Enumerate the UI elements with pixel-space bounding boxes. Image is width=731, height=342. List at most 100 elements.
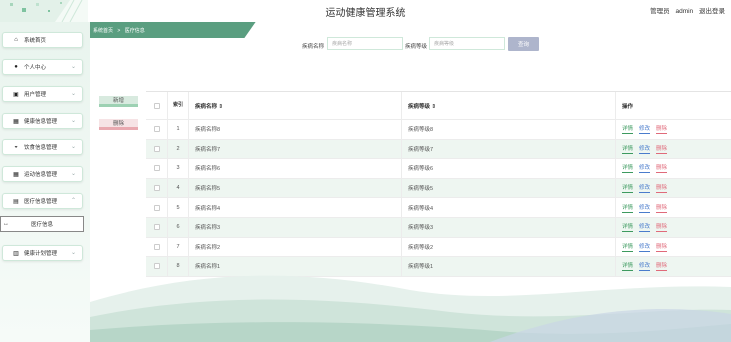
row-index: 5 xyxy=(168,198,189,217)
header-index: 索引 xyxy=(168,92,189,119)
chevron-down-icon: ⌄ xyxy=(70,64,76,70)
sidebar-subitem-medical-info[interactable]: ↔ 医疗信息 xyxy=(0,216,84,232)
sidebar-item-home[interactable]: ⌂ 系统首页 xyxy=(2,32,83,48)
row-operations: 详情 修改 删除 xyxy=(616,218,731,237)
sidebar-item-label: 系统首页 xyxy=(24,38,47,44)
decorative-wave-background xyxy=(90,275,731,342)
person-icon: ● xyxy=(14,64,18,70)
row-disease-level: 疾病等级2 xyxy=(402,237,616,257)
detail-button[interactable]: 详情 xyxy=(622,144,634,154)
sidebar-item-health-info[interactable]: ▦ 健康信息管理 ⌄ xyxy=(2,113,83,129)
detail-button[interactable]: 详情 xyxy=(622,124,634,135)
breadcrumb-home[interactable]: 系统首页 xyxy=(93,28,113,34)
sidebar-item-label: 健康信息管理 xyxy=(24,119,58,125)
sidebar-item-user-management[interactable]: ▣ 用户管理 ⌄ xyxy=(2,86,83,102)
row-checkbox[interactable] xyxy=(153,165,160,172)
delete-button[interactable]: 删除 xyxy=(656,203,668,213)
edit-button[interactable]: 修改 xyxy=(639,144,651,154)
table-row: 3 疾病名称6 疾病等级6 详情 修改 删除 xyxy=(146,159,731,179)
row-disease-level: 疾病等级3 xyxy=(402,217,616,237)
row-select-cell[interactable] xyxy=(146,237,168,257)
header-disease-level[interactable]: 疾病等级 ⇕ xyxy=(402,92,616,119)
user-role: 管理员 xyxy=(650,8,670,15)
sidebar-item-health-plan[interactable]: ▥ 健康计划管理 ⌄ xyxy=(2,245,83,261)
delete-button[interactable]: 删除 xyxy=(656,183,668,194)
logout-link[interactable]: 退出登录 xyxy=(699,8,725,15)
top-bar: 运动健康管理系统 管理员 admin 退出登录 xyxy=(0,0,731,22)
header-disease-name[interactable]: 疾病名称 ⇕ xyxy=(189,92,402,119)
row-select-cell[interactable] xyxy=(146,178,168,198)
row-checkbox[interactable] xyxy=(153,185,160,192)
grid-icon: ▦ xyxy=(13,118,19,125)
row-operations: 详情 修改 删除 xyxy=(616,120,731,139)
header-operations: 操作 xyxy=(622,103,634,110)
row-select-cell[interactable] xyxy=(146,120,168,139)
row-index: 7 xyxy=(168,237,189,257)
edit-button[interactable]: 修改 xyxy=(639,124,651,135)
sidebar-item-exercise-info[interactable]: ▦ 运动信息管理 ⌄ xyxy=(2,166,83,182)
breadcrumb-separator: > xyxy=(117,28,121,34)
add-button[interactable]: 新增 xyxy=(99,96,138,107)
row-select-cell[interactable] xyxy=(146,139,168,159)
chevron-down-icon: ⌄ xyxy=(70,118,76,124)
bar-chart-icon: ▥ xyxy=(13,250,19,257)
delete-button[interactable]: 删除 xyxy=(656,242,668,252)
row-disease-level: 疾病等级7 xyxy=(402,139,616,159)
detail-button[interactable]: 详情 xyxy=(622,183,634,194)
row-disease-name: 疾病名称7 xyxy=(189,139,402,159)
edit-button[interactable]: 修改 xyxy=(639,242,651,252)
sidebar-subitem-label: 医疗信息 xyxy=(30,222,53,228)
select-all-cell[interactable] xyxy=(146,92,168,119)
detail-button[interactable]: 详情 xyxy=(622,222,634,233)
row-index: 2 xyxy=(168,139,189,159)
sidebar-item-personal-center[interactable]: ● 个人中心 ⌄ xyxy=(2,59,83,75)
delete-button[interactable]: 删除 xyxy=(656,163,668,174)
home-icon: ⌂ xyxy=(14,37,18,43)
row-operations: 详情 修改 删除 xyxy=(616,238,731,257)
row-checkbox[interactable] xyxy=(153,243,160,250)
table-row: 2 疾病名称7 疾病等级7 详情 修改 删除 xyxy=(146,139,731,160)
delete-button[interactable]: 删除 xyxy=(656,222,668,233)
sidebar-item-label: 饮食信息管理 xyxy=(24,145,58,151)
row-checkbox[interactable] xyxy=(153,204,160,211)
chevron-down-icon: ⌄ xyxy=(70,171,76,177)
edit-button[interactable]: 修改 xyxy=(639,203,651,213)
sidebar-item-label: 用户管理 xyxy=(24,92,47,98)
row-disease-level: 疾病等级6 xyxy=(402,159,616,178)
detail-button[interactable]: 详情 xyxy=(622,242,634,252)
row-select-cell[interactable] xyxy=(146,198,168,217)
sidebar-item-diet-info[interactable]: ◒ 饮食信息管理 ⌄ xyxy=(2,139,83,155)
select-all-checkbox[interactable] xyxy=(153,102,160,109)
edit-button[interactable]: 修改 xyxy=(639,183,651,194)
grid-icon: ▦ xyxy=(13,171,19,178)
detail-button[interactable]: 详情 xyxy=(622,203,634,213)
document-icon: ▤ xyxy=(13,198,19,205)
row-checkbox[interactable] xyxy=(153,224,160,231)
row-checkbox[interactable] xyxy=(153,145,160,152)
search-button[interactable]: 查询 xyxy=(508,37,539,51)
row-disease-name: 疾病名称5 xyxy=(189,178,402,198)
detail-button[interactable]: 详情 xyxy=(622,163,634,174)
app-title: 运动健康管理系统 xyxy=(325,8,406,19)
row-operations: 详情 修改 删除 xyxy=(616,179,731,198)
disease-name-input[interactable]: 疾病名称 xyxy=(327,37,403,50)
row-select-cell[interactable] xyxy=(146,159,168,178)
row-disease-level: 疾病等级4 xyxy=(402,198,616,217)
sidebar-item-medical-info[interactable]: ▤ 医疗信息管理 ⌃ xyxy=(2,193,83,209)
batch-delete-button[interactable]: 删除 xyxy=(99,119,138,130)
sidebar: ⌂ 系统首页 ● 个人中心 ⌄ ▣ 用户管理 ⌄ ▦ 健康信息管理 ⌄ ◒ 饮食… xyxy=(0,22,90,342)
edit-button[interactable]: 修改 xyxy=(639,222,651,233)
delete-button[interactable]: 删除 xyxy=(656,124,668,135)
table-body: 1 疾病名称8 疾病等级8 详情 修改 删除 2 疾病名称7 疾病等级7 详情 修改 删除 3 疾病名称6… xyxy=(146,120,731,277)
table-row: 4 疾病名称5 疾病等级5 详情 修改 删除 xyxy=(146,178,731,199)
disease-level-input[interactable]: 疾病等级 xyxy=(429,37,505,50)
row-checkbox[interactable] xyxy=(153,126,160,133)
cursor-arrow-icon: ↔ xyxy=(3,221,9,227)
edit-button[interactable]: 修改 xyxy=(639,163,651,174)
row-operations: 详情 修改 删除 xyxy=(616,198,731,217)
row-select-cell[interactable] xyxy=(146,217,168,237)
sidebar-item-label: 医疗信息管理 xyxy=(24,199,58,205)
row-index: 3 xyxy=(168,159,189,178)
row-operations: 详情 修改 删除 xyxy=(616,140,731,159)
delete-button[interactable]: 删除 xyxy=(656,144,668,154)
